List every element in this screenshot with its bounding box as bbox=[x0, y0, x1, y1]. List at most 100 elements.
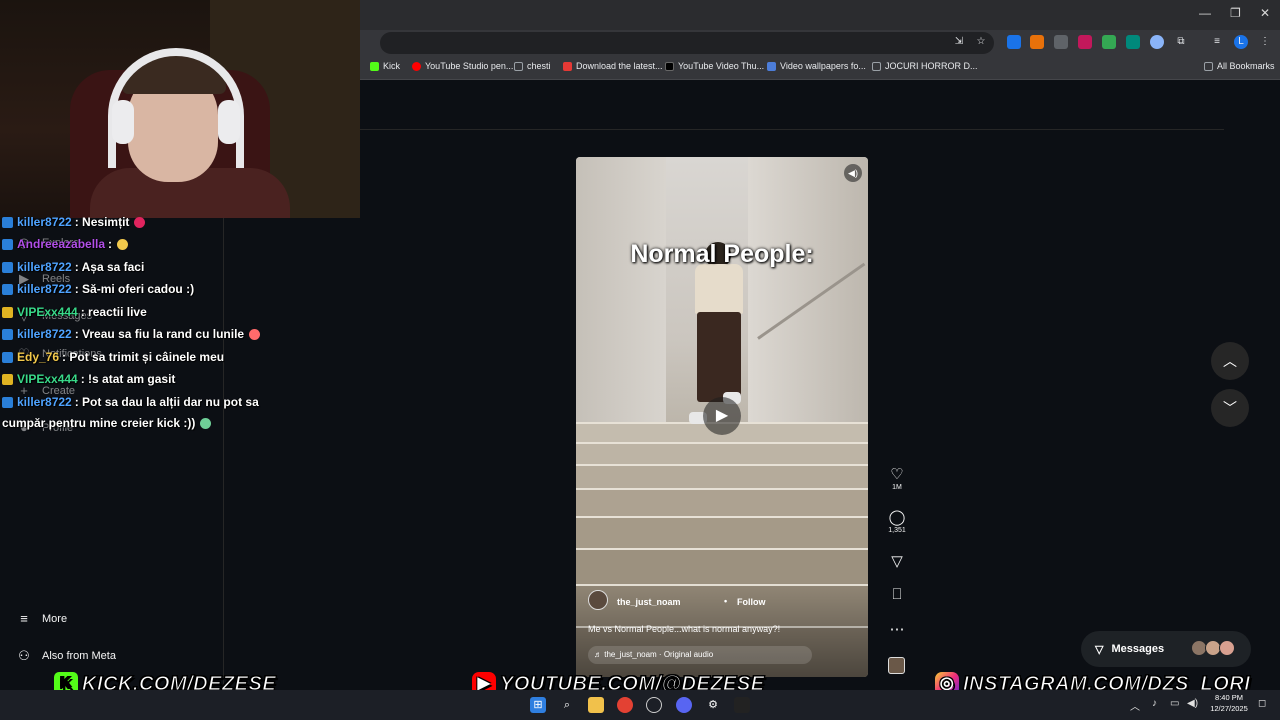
extension-icon[interactable] bbox=[1078, 35, 1092, 49]
bookmark-label: YouTube Studio pen... bbox=[425, 61, 514, 71]
chat-message: killer8722: Pot sa dau la alții dar nu p… bbox=[2, 395, 259, 409]
reel-overlay-title: Normal People: bbox=[630, 240, 814, 268]
nav-also-from-meta[interactable]: ⚇ Also from Meta bbox=[16, 648, 116, 664]
bookmark-label: All Bookmarks bbox=[1217, 61, 1275, 71]
bookmark-video-wallpapers[interactable]: Video wallpapers fo... bbox=[767, 61, 866, 71]
search-icon[interactable]: ⌕ bbox=[559, 697, 575, 713]
system-clock[interactable]: 8:40 PM 12/27/2025 bbox=[1204, 692, 1254, 714]
chat-username: VIPExx444 bbox=[17, 305, 78, 319]
bookmark-star-icon[interactable]: ☆ bbox=[974, 35, 988, 49]
reel-caption[interactable]: Me vs Normal People...what is normal any… bbox=[588, 624, 780, 634]
extension-icon[interactable] bbox=[1150, 35, 1164, 49]
folder-icon bbox=[514, 61, 523, 71]
comment-button[interactable]: ◯ 1,351 bbox=[884, 508, 910, 534]
bookmark-youtube-studio[interactable]: YouTube Studio pen... bbox=[412, 61, 513, 71]
profile-avatar-icon[interactable]: L bbox=[1234, 35, 1248, 49]
video-background bbox=[576, 516, 868, 548]
follow-button[interactable]: Follow bbox=[737, 597, 766, 607]
reel-audio[interactable]: ♬ the_just_noam · Original audio bbox=[588, 646, 812, 664]
app-icon[interactable] bbox=[734, 697, 750, 713]
extension-icon[interactable] bbox=[1102, 35, 1116, 49]
bookmark-download-latest[interactable]: Download the latest... bbox=[563, 61, 663, 71]
video-background bbox=[576, 157, 666, 457]
install-app-icon[interactable]: ⇲ bbox=[952, 35, 966, 49]
moderator-badge-icon bbox=[2, 328, 13, 340]
author-username[interactable]: the_just_noam bbox=[617, 597, 681, 607]
chat-username: killer8722 bbox=[17, 395, 72, 409]
chat-text: : Pot sa trimit și câinele meu bbox=[62, 350, 225, 364]
comment-bubble-icon: ◯ bbox=[888, 509, 906, 526]
browser-tab-strip: — ❐ ✕ bbox=[360, 0, 1280, 30]
tray-chevron-icon[interactable]: ︿ bbox=[1130, 698, 1140, 713]
previous-reel-button[interactable]: ︿ bbox=[1211, 342, 1249, 380]
notification-bell-icon[interactable]: ◻ bbox=[1258, 698, 1266, 709]
kick-icon bbox=[370, 61, 379, 71]
extensions-puzzle-icon[interactable]: ⧉ bbox=[1174, 35, 1188, 49]
video-background bbox=[576, 548, 868, 584]
bookmark-folder-jocuri[interactable]: JOCURI HORROR D... bbox=[872, 61, 978, 71]
more-options-button[interactable]: ⋯ bbox=[884, 620, 910, 638]
chrome-icon[interactable] bbox=[617, 697, 633, 713]
video-background bbox=[576, 442, 868, 464]
emote-icon bbox=[134, 216, 146, 228]
start-windows-icon[interactable]: ⊞ bbox=[530, 697, 546, 713]
chat-message: VIPExx444: !s atat am gasit bbox=[2, 372, 175, 386]
webcam-overlay bbox=[0, 0, 360, 218]
minimize-button[interactable]: — bbox=[1199, 6, 1211, 20]
extension-icon[interactable] bbox=[1007, 35, 1021, 49]
chat-username: killer8722 bbox=[17, 260, 72, 274]
headset-icon bbox=[112, 100, 134, 144]
obs-icon[interactable] bbox=[646, 697, 662, 713]
moderator-badge-icon bbox=[2, 351, 13, 363]
settings-gear-icon[interactable]: ⚙ bbox=[705, 697, 721, 713]
wallpaper-site-icon bbox=[767, 61, 776, 71]
play-button[interactable]: ▶ bbox=[703, 397, 741, 435]
nav-more[interactable]: ≡ More bbox=[16, 611, 67, 627]
extension-icon[interactable] bbox=[1126, 35, 1140, 49]
share-button[interactable]: ▽ bbox=[884, 552, 910, 570]
chat-text: : Pot sa dau la alții dar nu pot sa bbox=[74, 395, 259, 409]
moderator-badge-icon bbox=[2, 261, 13, 273]
bookmark-label: chesti bbox=[527, 61, 551, 71]
volume-icon[interactable]: ◀) bbox=[1187, 698, 1198, 709]
ellipsis-icon: ⋯ bbox=[889, 621, 905, 638]
messages-button[interactable]: ▽ Messages bbox=[1081, 631, 1251, 667]
chat-username: killer8722 bbox=[17, 282, 72, 296]
emote-icon bbox=[249, 328, 261, 340]
folder-icon bbox=[1204, 61, 1213, 71]
chat-username: VIPExx444 bbox=[17, 372, 78, 386]
chat-message: killer8722: Așa sa faci bbox=[2, 260, 144, 274]
all-bookmarks[interactable]: All Bookmarks bbox=[1204, 61, 1275, 71]
chat-message: VIPExx444: reactii live bbox=[2, 305, 147, 319]
extension-icon[interactable] bbox=[1030, 35, 1044, 49]
messages-label: Messages bbox=[1111, 643, 1165, 655]
browser-menu-icon[interactable]: ⋮ bbox=[1258, 35, 1272, 49]
chat-username: Andreeazabella bbox=[17, 237, 106, 251]
extension-icon[interactable] bbox=[1054, 35, 1068, 49]
bookmark-youtube-thumbnail[interactable]: YouTube Video Thu... bbox=[665, 61, 764, 71]
next-reel-button[interactable]: ﹀ bbox=[1211, 389, 1249, 427]
tab-search-icon[interactable]: ≡ bbox=[1210, 35, 1224, 49]
mute-button[interactable]: ◀) bbox=[844, 164, 862, 182]
clock-date: 12/27/2025 bbox=[1210, 704, 1248, 713]
author-avatar[interactable] bbox=[588, 590, 608, 610]
discord-icon[interactable] bbox=[676, 697, 692, 713]
network-icon[interactable]: ▭ bbox=[1170, 698, 1179, 709]
file-explorer-icon[interactable] bbox=[588, 697, 604, 713]
clock-time: 8:40 PM bbox=[1215, 693, 1243, 702]
chat-text: : Așa sa faci bbox=[74, 260, 145, 274]
save-button[interactable]: ⎕ bbox=[884, 586, 910, 603]
hamburger-icon: ≡ bbox=[20, 611, 28, 626]
bookmark-folder-chesti[interactable]: chesti bbox=[514, 61, 551, 71]
comment-count: 1,351 bbox=[888, 527, 906, 534]
chat-message: Edy_76: Pot sa trimit și câinele meu bbox=[2, 350, 224, 364]
restore-button[interactable]: ❐ bbox=[1230, 6, 1241, 20]
browser-toolbar: ⇲ ☆ ⧉ ≡ L ⋮ bbox=[360, 30, 1280, 55]
like-button[interactable]: ♡ 1M bbox=[884, 465, 910, 491]
microphone-icon[interactable]: ♪ bbox=[1152, 698, 1157, 709]
address-bar[interactable] bbox=[380, 32, 994, 54]
vip-badge-icon bbox=[2, 306, 13, 318]
video-background bbox=[576, 464, 868, 488]
close-window-button[interactable]: ✕ bbox=[1260, 6, 1270, 20]
bookmark-kick[interactable]: Kick bbox=[370, 61, 400, 71]
